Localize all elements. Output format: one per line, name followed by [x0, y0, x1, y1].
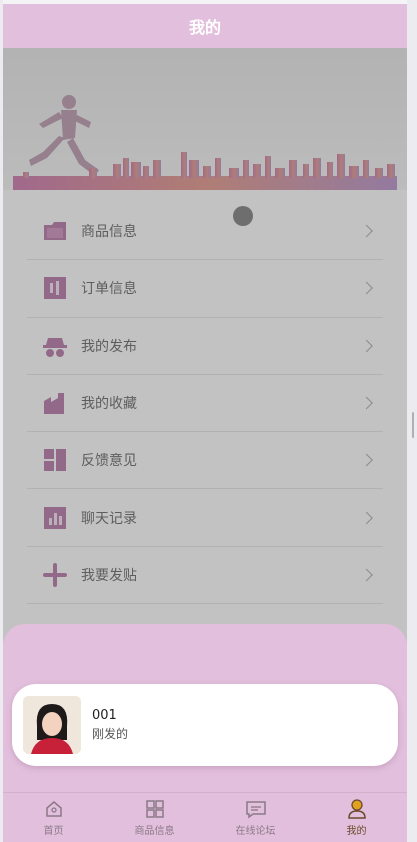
order-icon — [41, 274, 69, 302]
chevron-right-icon — [360, 282, 373, 295]
tab-label: 在线论坛 — [235, 826, 276, 837]
menu-item-new-post[interactable]: 我要发贴 — [27, 547, 383, 605]
menu-item-my-posts[interactable]: 我的发布 — [27, 318, 383, 375]
message-text: 001 刚发的 — [92, 708, 128, 742]
tab-me[interactable]: 我的 — [306, 793, 407, 842]
banner-image — [3, 48, 407, 190]
chevron-right-icon — [360, 224, 373, 238]
spy-icon — [41, 332, 69, 360]
profile-menu: 商品信息 订单信息 我的发布 我的收藏 反馈意见 聊天记录 我要发贴 — [27, 203, 383, 605]
app-window: 我的 商品信息 订单信息 我的发布 我的收藏 反馈意见 聊天记录 我要发贴 00… — [3, 0, 407, 842]
message-icon — [245, 798, 267, 820]
menu-item-label: 我的发布 — [81, 338, 137, 355]
scrollbar[interactable] — [412, 412, 414, 438]
folder-icon — [41, 217, 69, 245]
bottom-tab-bar: 首页 商品信息 在线论坛 我的 — [3, 792, 407, 842]
chevron-right-icon — [360, 453, 373, 467]
grid-icon — [144, 798, 166, 820]
menu-item-orders[interactable]: 订单信息 — [27, 260, 383, 318]
factory-icon — [41, 389, 69, 417]
home-icon — [43, 798, 65, 820]
chevron-right-icon — [360, 339, 373, 353]
city-runner-illustration — [13, 95, 397, 190]
tab-label: 首页 — [43, 826, 64, 837]
layout-icon — [41, 446, 69, 474]
menu-item-label: 订单信息 — [81, 281, 137, 298]
user-icon — [346, 798, 368, 820]
tab-home[interactable]: 首页 — [3, 793, 104, 842]
menu-item-label: 反馈意见 — [81, 453, 137, 470]
message-card[interactable]: 001 刚发的 — [12, 684, 398, 766]
touch-indicator — [233, 206, 253, 226]
tab-label: 我的 — [346, 826, 367, 837]
plus-icon — [41, 561, 69, 589]
menu-item-label: 我要发贴 — [81, 567, 137, 584]
chevron-right-icon — [360, 396, 373, 410]
menu-item-label: 我的收藏 — [81, 396, 137, 413]
menu-item-products[interactable]: 商品信息 — [27, 203, 383, 261]
tab-label: 商品信息 — [134, 826, 175, 837]
avatar — [23, 696, 81, 754]
page-header: 我的 — [3, 4, 407, 48]
menu-item-label: 聊天记录 — [81, 510, 137, 527]
menu-item-label: 商品信息 — [81, 224, 137, 241]
tab-products[interactable]: 商品信息 — [104, 793, 205, 842]
chevron-right-icon — [360, 568, 373, 582]
tab-forum[interactable]: 在线论坛 — [205, 793, 306, 842]
menu-item-chat-history[interactable]: 聊天记录 — [27, 489, 383, 547]
message-preview: 刚发的 — [92, 727, 129, 741]
menu-item-feedback[interactable]: 反馈意见 — [27, 432, 383, 490]
chevron-right-icon — [360, 511, 373, 524]
bar-chart-icon — [41, 504, 69, 532]
menu-item-favorites[interactable]: 我的收藏 — [27, 375, 383, 433]
sender-name: 001 — [92, 708, 117, 723]
page-title: 我的 — [188, 18, 221, 37]
